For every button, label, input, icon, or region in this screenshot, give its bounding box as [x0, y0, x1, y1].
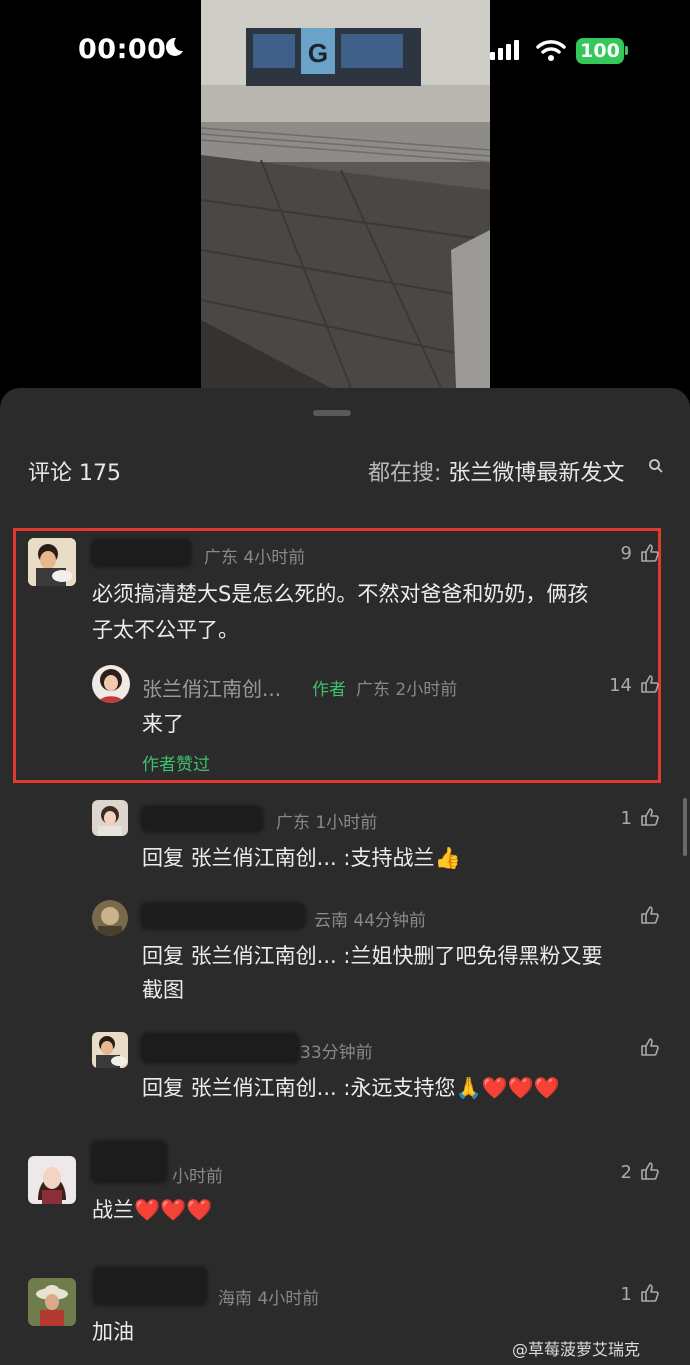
thumbs-up-icon[interactable]	[640, 1161, 660, 1181]
comments-count: 评论 175	[28, 461, 121, 486]
reply-text: 截图	[142, 978, 184, 1002]
signal-icon	[490, 40, 522, 60]
thumbs-up-icon[interactable]	[640, 807, 660, 827]
comment-text: 子太不公平了。	[92, 618, 239, 642]
reply-text: 回复 张兰俏江南创... :支持战兰👍	[142, 846, 461, 870]
watermark: @草莓菠萝艾瑞克	[512, 1340, 641, 1359]
avatar[interactable]	[92, 665, 130, 703]
search-term[interactable]: 张兰微博最新发文	[448, 461, 624, 486]
author-liked-badge: 作者赞过	[142, 755, 210, 775]
author-tag: 作者	[312, 680, 346, 700]
baggage-carousel-image: G	[201, 0, 490, 388]
thumbs-up-icon[interactable]	[640, 1283, 660, 1303]
thumbs-up-icon[interactable]	[640, 543, 660, 563]
trending-search[interactable]: 都在搜: 张兰微博最新发文	[368, 455, 624, 487]
reply-text: 回复 张兰俏江南创... :兰姐快删了吧免得黑粉又要	[142, 944, 603, 968]
comment-text: 必须搞清楚大S是怎么死的。不然对爸爸和奶奶，俩孩	[92, 582, 589, 606]
moon-icon	[165, 37, 183, 56]
avatar[interactable]	[92, 800, 128, 836]
thumbs-up-icon[interactable]	[640, 1037, 660, 1057]
video-player[interactable]: G	[201, 0, 490, 388]
username-redacted	[140, 1032, 300, 1064]
comment-meta: 广东 4小时前	[204, 548, 306, 568]
drag-handle[interactable]	[313, 410, 351, 416]
svg-text:G: G	[308, 38, 328, 68]
status-time: 00:00	[78, 34, 167, 65]
avatar[interactable]	[92, 900, 128, 936]
username-redacted	[140, 902, 306, 930]
battery-tip	[625, 46, 628, 55]
comment-meta: 33分钟前	[300, 1043, 373, 1063]
like-count: 9	[620, 543, 632, 564]
comment-meta: 小时前	[172, 1167, 223, 1187]
comment-text: 战兰❤️❤️❤️	[92, 1198, 213, 1222]
avatar[interactable]	[28, 1278, 76, 1326]
username-redacted	[140, 805, 264, 833]
avatar[interactable]	[28, 538, 76, 586]
comment-meta: 广东 1小时前	[276, 813, 378, 833]
username-redacted	[90, 1140, 168, 1184]
like-count: 14	[609, 675, 632, 696]
comment-text: 加油	[92, 1320, 134, 1344]
like-count: 1	[620, 1284, 632, 1305]
avatar[interactable]	[28, 1156, 76, 1204]
comment-meta: 海南 4小时前	[218, 1289, 320, 1309]
like-count: 2	[620, 1162, 632, 1183]
battery-indicator: 100	[576, 38, 624, 64]
like-count: 1	[620, 808, 632, 829]
author-name[interactable]: 张兰俏江南创...	[142, 673, 281, 702]
wifi-icon	[536, 40, 566, 61]
comment-meta: 广东 2小时前	[356, 680, 458, 700]
reply-text: 回复 张兰俏江南创... :永远支持您🙏❤️❤️❤️	[142, 1076, 561, 1100]
comment-text: 来了	[142, 712, 184, 736]
comment-meta: 云南 44分钟前	[314, 911, 427, 931]
thumbs-up-icon[interactable]	[640, 674, 660, 694]
username-redacted	[92, 1266, 208, 1306]
search-icon[interactable]	[648, 458, 664, 474]
thumbs-up-icon[interactable]	[640, 905, 660, 925]
avatar[interactable]	[92, 1032, 128, 1068]
username-redacted	[90, 538, 192, 568]
scrollbar[interactable]	[683, 798, 687, 856]
search-prefix: 都在搜:	[368, 461, 449, 486]
